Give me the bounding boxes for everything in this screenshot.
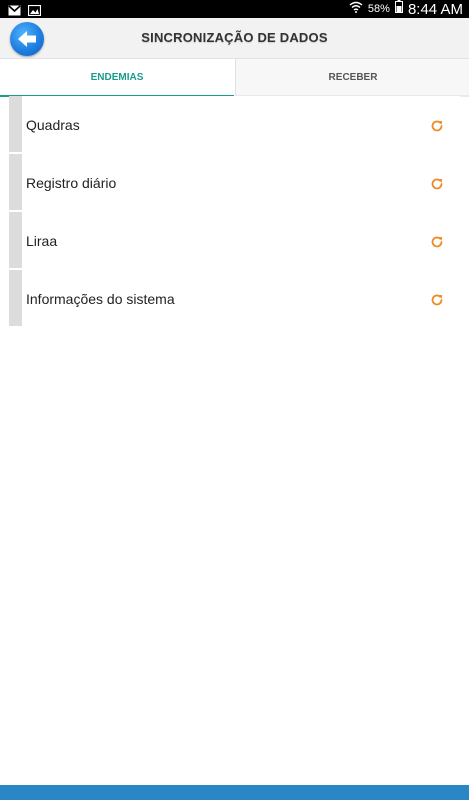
sync-icon[interactable] — [429, 234, 445, 250]
wifi-icon — [349, 0, 363, 18]
list-item-liraa[interactable]: Liraa — [9, 212, 460, 268]
bottom-bar — [0, 785, 469, 800]
battery-percent: 58% — [367, 3, 390, 15]
sync-icon[interactable] — [429, 176, 445, 192]
item-indicator — [9, 212, 22, 268]
tab-receber[interactable]: RECEBER — [235, 59, 469, 97]
gmail-icon — [8, 3, 21, 16]
sync-icon[interactable] — [429, 118, 445, 134]
sync-list: Quadras Registro diário Liraa Informaçõe… — [9, 96, 460, 328]
sync-icon[interactable] — [429, 292, 445, 308]
list-item-informacoes-sistema[interactable]: Informações do sistema — [9, 270, 460, 326]
battery-icon — [394, 0, 403, 18]
page-title: SINCRONIZAÇÃO DE DADOS — [141, 30, 328, 45]
item-indicator — [9, 154, 22, 210]
tab-bar: ENDEMIAS RECEBER — [0, 58, 469, 97]
clock: 8:44 AM — [407, 0, 463, 18]
system-status: 58% 8:44 AM — [349, 0, 463, 18]
item-label: Liraa — [26, 233, 58, 249]
item-indicator — [9, 96, 22, 152]
list-item-quadras[interactable]: Quadras — [9, 96, 460, 152]
item-indicator — [9, 270, 22, 326]
item-label: Quadras — [26, 117, 80, 133]
list-item-registro-diario[interactable]: Registro diário — [9, 154, 460, 210]
item-label: Informações do sistema — [26, 291, 175, 307]
notification-icons — [8, 3, 42, 17]
status-bar: 58% 8:44 AM — [0, 0, 469, 18]
app-header: SINCRONIZAÇÃO DE DADOS — [0, 18, 469, 58]
tab-endemias[interactable]: ENDEMIAS — [0, 59, 234, 97]
item-label: Registro diário — [26, 175, 117, 191]
image-icon — [27, 3, 42, 17]
